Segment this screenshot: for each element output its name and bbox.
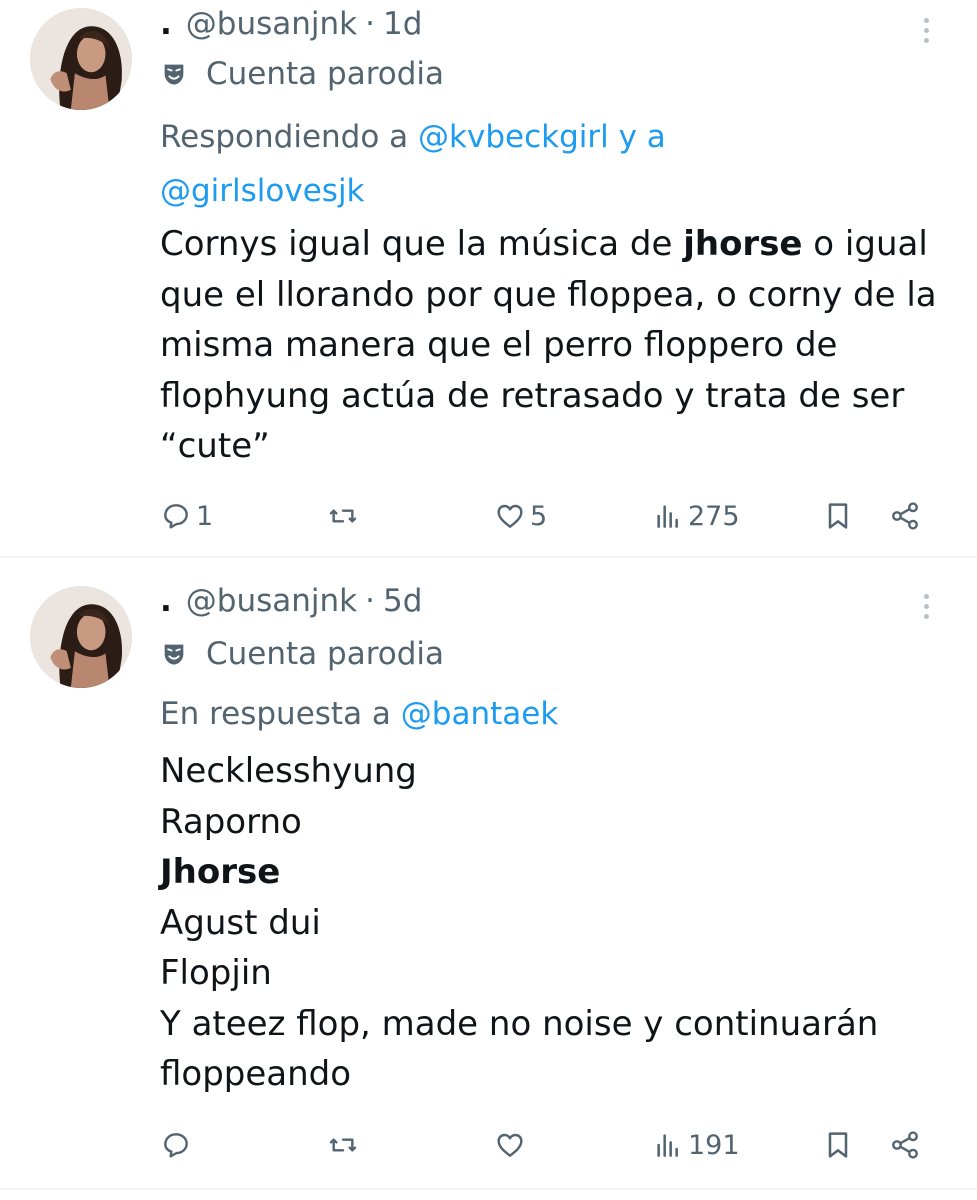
reply-user-link[interactable]: @kvbeckgirl xyxy=(418,119,609,155)
like-count: 5 xyxy=(530,500,548,532)
heart-icon xyxy=(497,1133,523,1157)
text-line: Agust dui xyxy=(160,902,321,943)
display-name[interactable]: . xyxy=(160,6,172,42)
divider xyxy=(0,1188,977,1190)
bookmark-icon xyxy=(828,1132,848,1158)
reply-icon xyxy=(164,504,188,529)
share-button[interactable] xyxy=(889,1125,921,1165)
tweet[interactable]: . @busanjnk · 5d Cuenta parodia En respu… xyxy=(0,560,977,1200)
text-line: Y ateez flop, made no noise y continuará… xyxy=(160,1003,879,1095)
avatar-image xyxy=(30,586,132,688)
views-chart-icon xyxy=(657,1134,678,1157)
parody-text: Cuenta parodia xyxy=(206,636,445,672)
avatar[interactable] xyxy=(30,8,132,110)
retweet-button[interactable] xyxy=(327,1125,363,1165)
text-line: Raporno xyxy=(160,801,302,842)
separator: · xyxy=(365,6,375,42)
parody-text: Cuenta parodia xyxy=(206,56,445,92)
reply-user-link[interactable]: @bantaek xyxy=(401,696,559,732)
views-chart-icon xyxy=(657,505,678,528)
user-handle[interactable]: @busanjnk xyxy=(186,583,357,619)
reply-context: Respondiendo a @kvbeckgirl y a @girlslov… xyxy=(160,110,920,218)
tweet-text: Necklesshyung Raporno Jhorse Agust dui F… xyxy=(160,746,960,1100)
reply-button[interactable]: 1 xyxy=(160,496,213,536)
tweet-text: Cornys igual que la música de jhorse o i… xyxy=(160,219,960,472)
reply-prefix: Respondiendo a xyxy=(160,119,419,155)
reply-user-link[interactable]: @girlslovesjk xyxy=(160,173,365,209)
tweet-header: . @busanjnk · 1d xyxy=(160,6,422,42)
separator: · xyxy=(365,583,375,619)
display-name[interactable]: . xyxy=(160,583,172,619)
share-icon xyxy=(892,502,918,530)
avatar-image xyxy=(30,8,132,110)
avatar[interactable] xyxy=(30,586,132,688)
reply-prefix: En respuesta a xyxy=(160,696,401,732)
retweet-button[interactable] xyxy=(327,496,363,536)
timestamp[interactable]: 1d xyxy=(383,6,422,42)
reply-icon xyxy=(164,1133,188,1158)
theater-mask-icon xyxy=(164,644,184,665)
views-button[interactable]: 275 xyxy=(652,496,740,536)
share-button[interactable] xyxy=(889,496,921,536)
text-line: Flopjin xyxy=(160,953,272,993)
bookmark-button[interactable] xyxy=(822,496,854,536)
timestamp[interactable]: 5d xyxy=(383,583,422,619)
text-segment: Cornys igual que la música de xyxy=(160,224,684,264)
reply-count: 1 xyxy=(196,500,214,532)
view-count: 191 xyxy=(688,1129,740,1161)
view-count: 275 xyxy=(688,500,740,532)
user-handle[interactable]: @busanjnk xyxy=(186,6,357,42)
parody-label: Cuenta parodia xyxy=(160,636,444,672)
parody-label: Cuenta parodia xyxy=(160,56,444,92)
bold-text: jhorse xyxy=(683,224,803,264)
share-icon xyxy=(892,1131,918,1159)
bookmark-button[interactable] xyxy=(822,1125,854,1165)
like-button[interactable] xyxy=(494,1125,530,1165)
like-button[interactable]: 5 xyxy=(494,496,547,536)
retweet-icon xyxy=(329,509,357,523)
heart-icon xyxy=(497,504,523,528)
tweet-header: . @busanjnk · 5d xyxy=(160,583,422,619)
tweet[interactable]: . @busanjnk · 1d Cuenta parodia Respondi… xyxy=(0,0,977,558)
more-options-icon[interactable] xyxy=(915,586,937,626)
reply-button[interactable] xyxy=(160,1125,196,1165)
theater-mask-icon xyxy=(164,64,184,85)
action-bar: 191 xyxy=(0,1125,977,1165)
text-line: Necklesshyung xyxy=(160,751,417,791)
bold-text-line: Jhorse xyxy=(160,852,281,892)
retweet-icon xyxy=(329,1138,357,1152)
bookmark-icon xyxy=(828,503,848,529)
reply-joiner: y a xyxy=(608,119,666,155)
action-bar: 1 5 275 xyxy=(0,496,977,536)
more-options-icon[interactable] xyxy=(915,10,937,50)
views-button[interactable]: 191 xyxy=(652,1125,740,1165)
reply-context: En respuesta a @bantaek xyxy=(160,687,920,741)
